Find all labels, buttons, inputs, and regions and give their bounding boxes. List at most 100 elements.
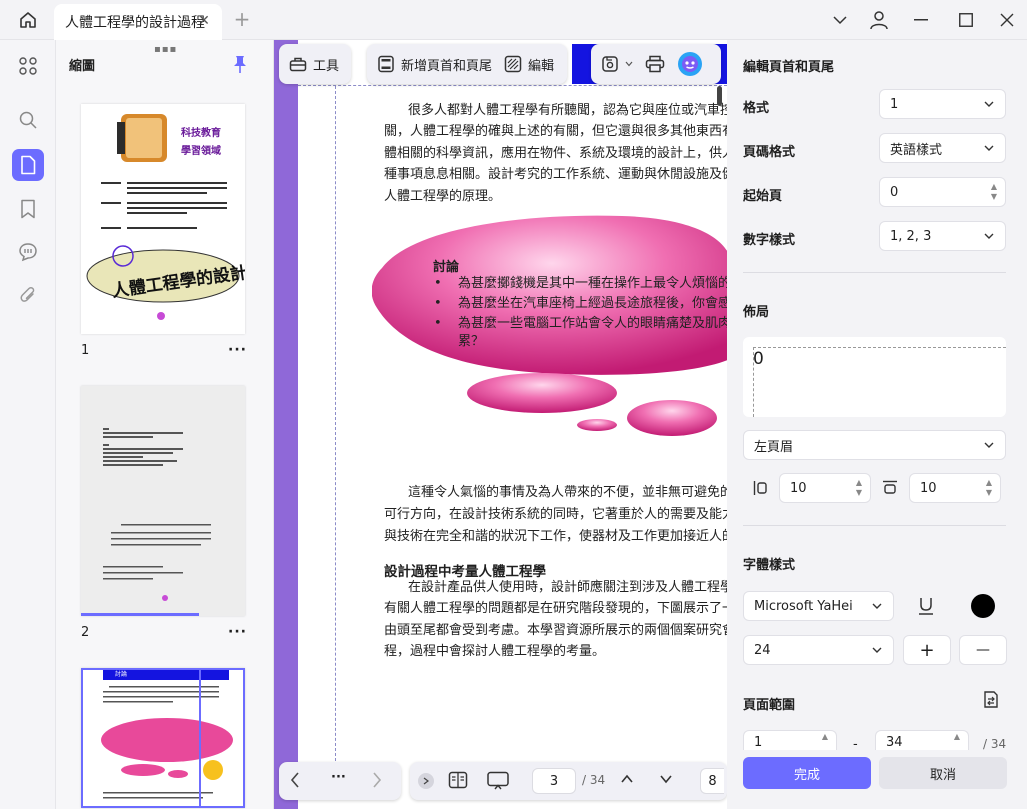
stepper-icon[interactable]: ▲ ▼: [856, 478, 862, 498]
previous-icon[interactable]: [289, 771, 301, 793]
user-icon[interactable]: [866, 8, 892, 32]
document-tab[interactable]: 人體工程學的設計過程 ✕: [54, 4, 222, 40]
tab-title: 人體工程學的設計過程: [65, 15, 205, 31]
action-toolbar: [591, 44, 721, 84]
pages-icon[interactable]: [12, 149, 44, 181]
header-footer-icon: [378, 55, 394, 73]
thumb1-cover-title-1: 科技教育: [181, 128, 221, 139]
thumbnail-page-number: 1: [81, 343, 90, 358]
page-format-value: 英語樣式: [890, 142, 943, 158]
font-family-select[interactable]: Microsoft YaHei: [743, 591, 894, 621]
start-page-value: 0: [890, 184, 899, 200]
tools-label: 工具: [313, 58, 340, 74]
ai-assistant-icon: [678, 52, 702, 76]
comment-icon[interactable]: [12, 236, 44, 268]
panel-resize-handle[interactable]: ▪▪▪: [154, 44, 177, 55]
thumbnail-page-number: 2: [81, 625, 90, 640]
header-footer-panel: 編輯頁首和頁尾 格式 1 頁碼格式 英語樣式 起始頁 0 ▲ ▼ 數字樣式 1, …: [727, 40, 1027, 809]
vertical-scrollbar[interactable]: [717, 86, 722, 106]
position-select[interactable]: 左頁眉: [743, 430, 1006, 460]
add-header-footer-label: 新增頁首和頁尾: [401, 58, 493, 74]
paragraph-line: 關，人體工程學的確與上述的有關，但它還與很多其他東西有聯繫，: [384, 124, 727, 139]
edit-pattern-icon: [504, 55, 522, 73]
search-icon[interactable]: [12, 104, 44, 136]
chevron-down-icon[interactable]: [827, 8, 853, 32]
pin-icon[interactable]: [230, 54, 250, 74]
collapse-nav-icon[interactable]: [418, 773, 434, 789]
document-viewer[interactable]: 很多人都對人體工程學有所聽聞，認為它與座位或汽車控制系 關，人體工程學的確與上述…: [274, 40, 727, 809]
paragraph-line: 在設計產品供人使用時，設計師應關注到涉及人體工程學的問: [408, 580, 727, 595]
stepper-icon[interactable]: ▲: [822, 732, 828, 742]
paragraph-line: 由頭至尾都會受到考慮。本學習資源所展示的兩個個案研究會跟隨: [384, 623, 727, 638]
attachment-icon[interactable]: [12, 280, 44, 312]
page-format-select[interactable]: 英語樣式: [879, 133, 1006, 163]
thumbnail-more-icon[interactable]: ···: [228, 342, 247, 358]
more-icon[interactable]: ···: [331, 770, 346, 785]
thumbnail-page-1[interactable]: 科技教育 學習領域 人體工程學的設計過程: [81, 104, 245, 334]
document-page: 很多人都對人體工程學有所聽聞，認為它與座位或汽車控制系 關，人體工程學的確與上述…: [274, 40, 727, 809]
bullet-dot: •: [434, 276, 442, 291]
left-margin-value: 10: [790, 480, 807, 496]
start-page-input[interactable]: 0 ▲ ▼: [879, 177, 1006, 207]
minus-icon: —: [976, 642, 990, 658]
format-select[interactable]: 1: [879, 89, 1006, 119]
font-color-swatch[interactable]: [971, 594, 995, 618]
plus-icon: +: [919, 639, 935, 661]
number-style-select[interactable]: 1, 2, 3: [879, 221, 1006, 251]
thumbnail-page-2[interactable]: [81, 386, 245, 616]
home-icon[interactable]: [12, 6, 44, 34]
stepper-icon[interactable]: ▲ ▼: [986, 478, 992, 498]
stepper-icon[interactable]: ▲ ▼: [991, 182, 997, 202]
layout-preview[interactable]: 0: [743, 337, 1006, 417]
paragraph-line: 程，過程中會探討人體工程學的考量。: [384, 644, 606, 659]
tools-button[interactable]: 工具: [279, 48, 349, 80]
page-range-settings-icon[interactable]: [982, 690, 1000, 714]
current-page-input[interactable]: 3: [532, 768, 576, 794]
bullet-dot: •: [434, 296, 442, 311]
format-value: 1: [890, 96, 899, 112]
close-tab-icon[interactable]: ✕: [196, 13, 212, 29]
edit-button[interactable]: 編輯: [498, 48, 564, 80]
print-button[interactable]: [637, 48, 673, 80]
tool-rail: [0, 40, 56, 809]
close-window-icon[interactable]: [994, 8, 1020, 32]
new-tab-icon[interactable]: +: [232, 9, 252, 30]
two-page-view-icon[interactable]: [448, 771, 468, 793]
stepper-icon[interactable]: ▲: [954, 732, 960, 742]
increase-font-button[interactable]: +: [903, 635, 951, 665]
zoom-input[interactable]: 8: [700, 768, 724, 794]
number-style-label: 數字樣式: [743, 233, 796, 248]
bullet-item: 為甚麼一些電腦工作站會令人的眼睛痛楚及肌肉: [458, 316, 727, 331]
page-down-icon[interactable]: [659, 772, 673, 790]
presentation-icon[interactable]: [486, 771, 510, 795]
next-icon[interactable]: [371, 771, 383, 793]
cancel-button[interactable]: 取消: [879, 757, 1007, 789]
bullet-dot: •: [434, 316, 442, 331]
top-margin-input[interactable]: 10 ▲ ▼: [909, 473, 1001, 503]
edit-toolbar: 新增頁首和頁尾 編輯: [367, 44, 567, 84]
done-button[interactable]: 完成: [743, 757, 871, 789]
thumbnail-page-3[interactable]: 討論: [81, 668, 245, 808]
title-bar: 人體工程學的設計過程 ✕ +: [0, 0, 1027, 40]
font-style-label: 字體樣式: [743, 558, 796, 573]
page-up-icon[interactable]: [620, 772, 634, 790]
ai-assistant-button[interactable]: [673, 48, 707, 80]
underline-icon[interactable]: [917, 596, 935, 620]
font-size-select[interactable]: 24: [743, 635, 894, 665]
left-margin-icon: [753, 480, 769, 500]
decrease-font-button[interactable]: —: [959, 635, 1007, 665]
page-nav-left: ···: [279, 762, 401, 800]
bookmark-icon[interactable]: [12, 193, 44, 225]
layout-preview-text: 0: [753, 349, 764, 369]
save-options-button[interactable]: [591, 48, 637, 80]
page-format-label: 頁碼格式: [743, 145, 796, 160]
thumbnail-more-icon[interactable]: ···: [228, 624, 247, 640]
thumb1-cover-title-2: 學習領域: [181, 146, 221, 157]
left-margin-input[interactable]: 10 ▲ ▼: [779, 473, 871, 503]
chevron-down-icon: [872, 647, 882, 653]
minimize-icon[interactable]: [908, 8, 934, 32]
maximize-icon[interactable]: [953, 8, 979, 32]
apps-grid-icon[interactable]: [12, 50, 44, 82]
page-nav-main: 3 / 34 8: [410, 762, 727, 800]
add-header-footer-button[interactable]: 新增頁首和頁尾: [367, 48, 498, 80]
